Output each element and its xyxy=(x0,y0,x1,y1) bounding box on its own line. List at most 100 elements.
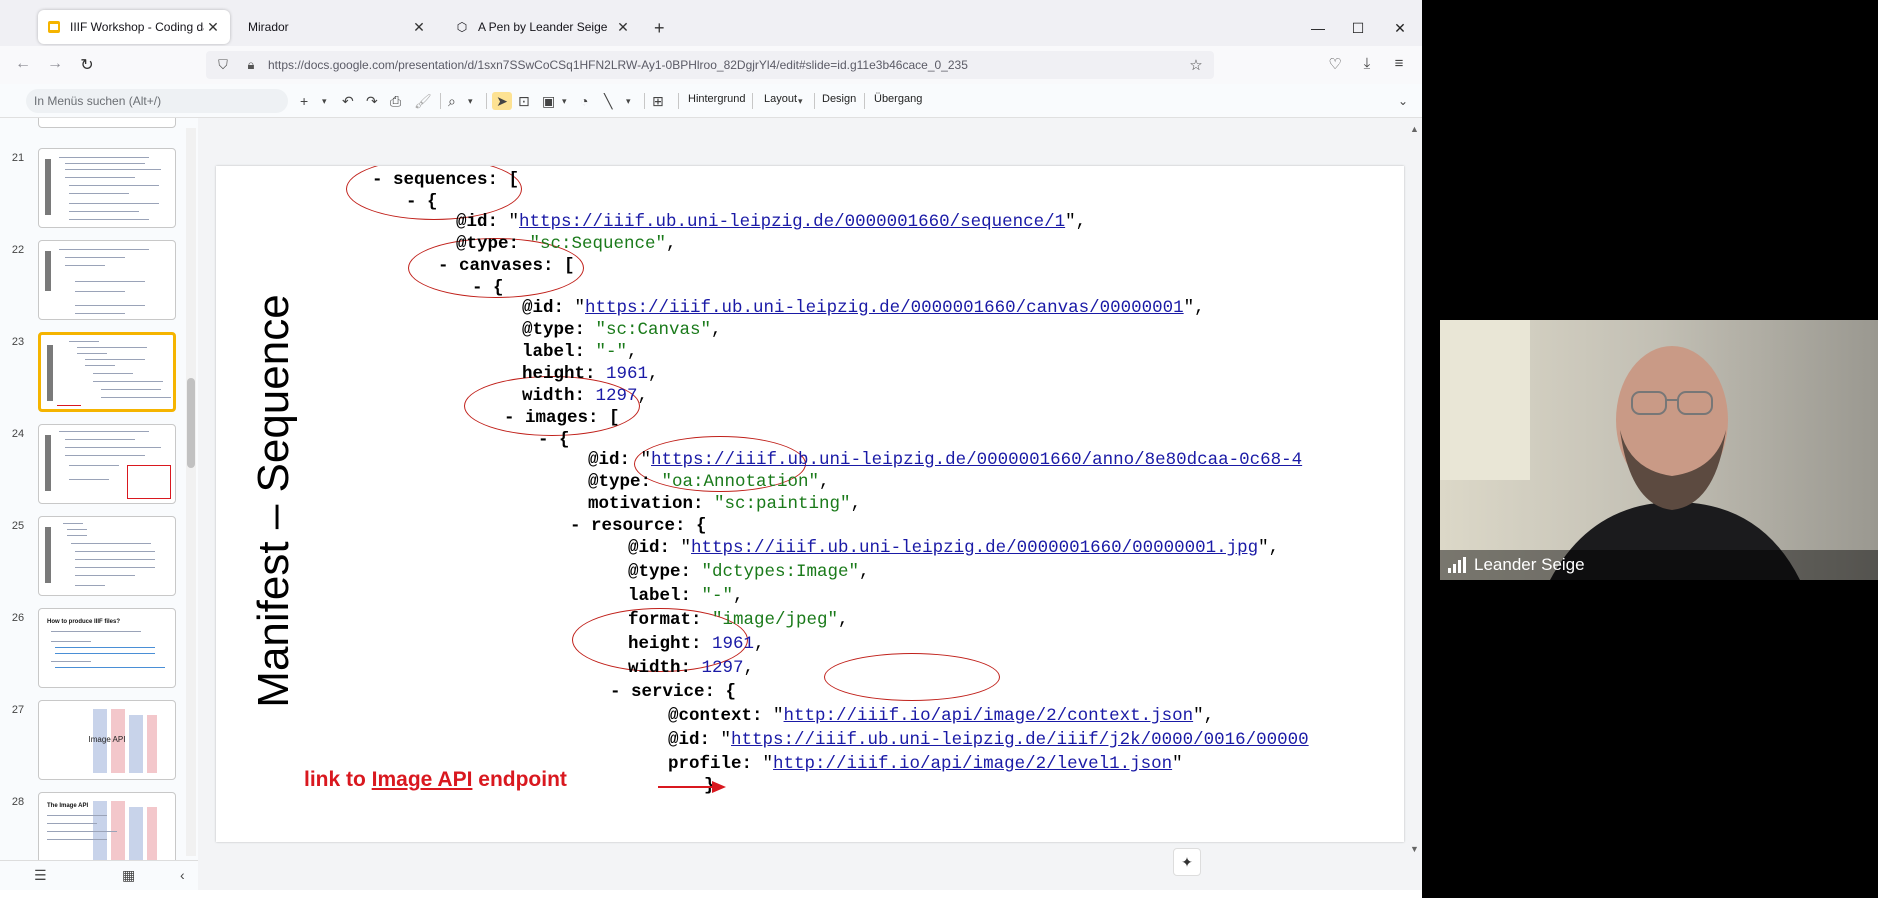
code-line: - resource: { xyxy=(570,516,707,536)
background-button[interactable]: Hintergrund xyxy=(688,93,745,105)
menu-search-input[interactable]: In Menüs suchen (Alt+/) xyxy=(26,89,288,113)
address-bar[interactable]: ⛉ 🔒︎ https://docs.google.com/presentatio… xyxy=(206,51,1214,79)
bottom-edge xyxy=(0,890,1422,898)
close-icon[interactable]: ✕ xyxy=(204,19,222,36)
slide-thumbnail-27[interactable]: Image API xyxy=(38,700,176,780)
slide-thumbnail-20[interactable] xyxy=(38,118,176,128)
slide-number: 23 xyxy=(11,336,25,348)
menu-icon[interactable]: ≡ xyxy=(1388,55,1410,72)
slide-thumbnail-24[interactable] xyxy=(38,424,176,504)
code-url[interactable]: https://iiif.ub.uni-leipzig.de/000000166… xyxy=(691,538,1258,558)
codepen-icon: ⬡ xyxy=(456,20,468,34)
download-icon[interactable]: ⤓ xyxy=(1356,55,1378,72)
tab-codepen[interactable]: ⬡ A Pen by Leander Seige ✕ xyxy=(446,10,640,44)
shield-icon[interactable]: ⛉ xyxy=(212,57,234,73)
code-line: - { xyxy=(472,278,504,298)
transition-button[interactable]: Übergang xyxy=(874,93,922,105)
url-text[interactable]: https://docs.google.com/presentation/d/1… xyxy=(268,58,1184,72)
chevron-down-icon[interactable]: ▾ xyxy=(626,92,631,110)
line-icon[interactable]: ╲ xyxy=(604,92,612,110)
collapse-toolbar-icon[interactable]: ⌄ xyxy=(1398,92,1408,110)
back-icon[interactable]: ← xyxy=(12,55,34,73)
code-string: "sc:Canvas" xyxy=(595,320,712,340)
participant-nametag: Leander Seige xyxy=(1440,550,1878,580)
code-key: @type: xyxy=(588,472,662,492)
collapse-panel-icon[interactable]: ‹ xyxy=(180,867,185,883)
code-url[interactable]: http://iiif.io/api/image/2/context.json xyxy=(784,706,1194,726)
slide-annotation: link to Image API endpoint xyxy=(304,768,567,791)
design-button[interactable]: Design xyxy=(822,93,856,105)
grid-view-icon[interactable]: ▦ xyxy=(122,867,135,884)
slide-number: 27 xyxy=(11,704,25,716)
code-number: 1297 xyxy=(701,658,744,678)
layout-button[interactable]: Layout xyxy=(764,93,797,105)
select-cursor-icon[interactable]: ➤ xyxy=(492,92,512,110)
new-tab-icon[interactable]: + xyxy=(654,18,665,39)
slide-number: 25 xyxy=(11,520,25,532)
slide-number: 26 xyxy=(11,612,25,624)
zoom-icon[interactable]: ⌕ xyxy=(448,92,456,110)
scroll-up-icon[interactable]: ▲ xyxy=(1410,124,1419,134)
scroll-down-icon[interactable]: ▼ xyxy=(1410,844,1419,854)
code-url[interactable]: https://iiif.ub.uni-leipzig.de/000000166… xyxy=(519,212,1065,232)
highlight-ellipse xyxy=(824,653,1000,701)
lock-icon[interactable]: 🔒︎ xyxy=(240,57,262,73)
code-string: "sc:Sequence" xyxy=(529,234,667,254)
slide-thumbnail-21[interactable] xyxy=(38,148,176,228)
slide-number: 22 xyxy=(11,244,25,256)
slide-thumbnail-26[interactable]: How to produce IIIF files? xyxy=(38,608,176,688)
shape-icon[interactable]: ◔ xyxy=(580,92,588,110)
code-url[interactable]: http://iiif.io/api/image/2/level1.json xyxy=(773,754,1172,774)
slide-thumbnail-22[interactable] xyxy=(38,240,176,320)
chevron-down-icon[interactable]: ▾ xyxy=(322,92,327,110)
code-number: 1961 xyxy=(606,364,649,384)
minimize-icon[interactable]: — xyxy=(1308,20,1328,36)
slide-number: 21 xyxy=(11,152,25,164)
code-string: "oa:Annotation" xyxy=(661,472,820,492)
code-key: height: xyxy=(522,364,607,384)
pocket-icon[interactable]: ♡ xyxy=(1324,55,1346,73)
maximize-icon[interactable]: ☐ xyxy=(1348,20,1368,37)
slide-thumbnail-25[interactable] xyxy=(38,516,176,596)
nav-bar: ← → ↻ ⛉ 🔒︎ https://docs.google.com/prese… xyxy=(0,46,1422,84)
code-key: height: xyxy=(628,634,713,654)
paint-format-icon[interactable]: 🖌︎ xyxy=(414,92,432,110)
image-icon[interactable]: ▣ xyxy=(542,92,555,110)
filmstrip-scrollbar[interactable] xyxy=(186,128,196,856)
tab-iiif-workshop[interactable]: IIIF Workshop - Coding da Vinci ✕ xyxy=(38,10,230,44)
chevron-down-icon[interactable]: ▾ xyxy=(468,92,473,110)
code-key: format: xyxy=(628,610,713,630)
reload-icon[interactable]: ↻ xyxy=(76,55,98,75)
slide-thumbnail-23-selected[interactable] xyxy=(38,332,176,412)
tab-mirador[interactable]: Mirador ✕ xyxy=(240,10,436,44)
forward-icon[interactable]: → xyxy=(44,55,66,73)
participant-video-image xyxy=(1440,320,1878,580)
print-icon[interactable]: ⎙ xyxy=(390,92,401,110)
slide: Manifest – Sequence - sequences: [ - { @… xyxy=(216,166,1404,842)
comment-icon[interactable]: ⊞ xyxy=(652,92,664,110)
close-window-icon[interactable]: ✕ xyxy=(1390,20,1410,37)
close-icon[interactable]: ✕ xyxy=(614,19,632,36)
slide-thumbnail-28[interactable]: The Image API xyxy=(38,792,176,860)
iiif-logo-art xyxy=(93,801,157,860)
textbox-icon[interactable]: ⊡ xyxy=(518,92,530,110)
show-side-panel-icon[interactable]: ✦ xyxy=(1173,848,1201,876)
chevron-down-icon[interactable]: ▾ xyxy=(562,92,567,110)
code-key: label: xyxy=(628,586,702,606)
code-url[interactable]: https://iiif.ub.uni-leipzig.de/iiif/j2k/… xyxy=(731,730,1309,750)
redo-icon[interactable]: ↷ xyxy=(366,92,378,110)
participant-name: Leander Seige xyxy=(1474,555,1585,574)
bookmark-star-icon[interactable]: ☆ xyxy=(1184,56,1208,74)
code-url[interactable]: https://iiif.ub.uni-leipzig.de/000000166… xyxy=(651,450,1302,470)
code-key: profile: xyxy=(668,754,763,774)
chevron-down-icon[interactable]: ▾ xyxy=(798,92,803,110)
code-key: @id: xyxy=(588,450,641,470)
list-view-icon[interactable]: ☰ xyxy=(34,867,47,884)
close-icon[interactable]: ✕ xyxy=(410,19,428,36)
new-slide-icon[interactable]: + xyxy=(300,92,308,110)
code-url[interactable]: https://iiif.ub.uni-leipzig.de/000000166… xyxy=(585,298,1184,318)
signal-strength-icon xyxy=(1448,557,1466,573)
code-line: - images: [ xyxy=(504,408,620,428)
scrollbar-thumb[interactable] xyxy=(187,378,195,468)
undo-icon[interactable]: ↶ xyxy=(342,92,354,110)
